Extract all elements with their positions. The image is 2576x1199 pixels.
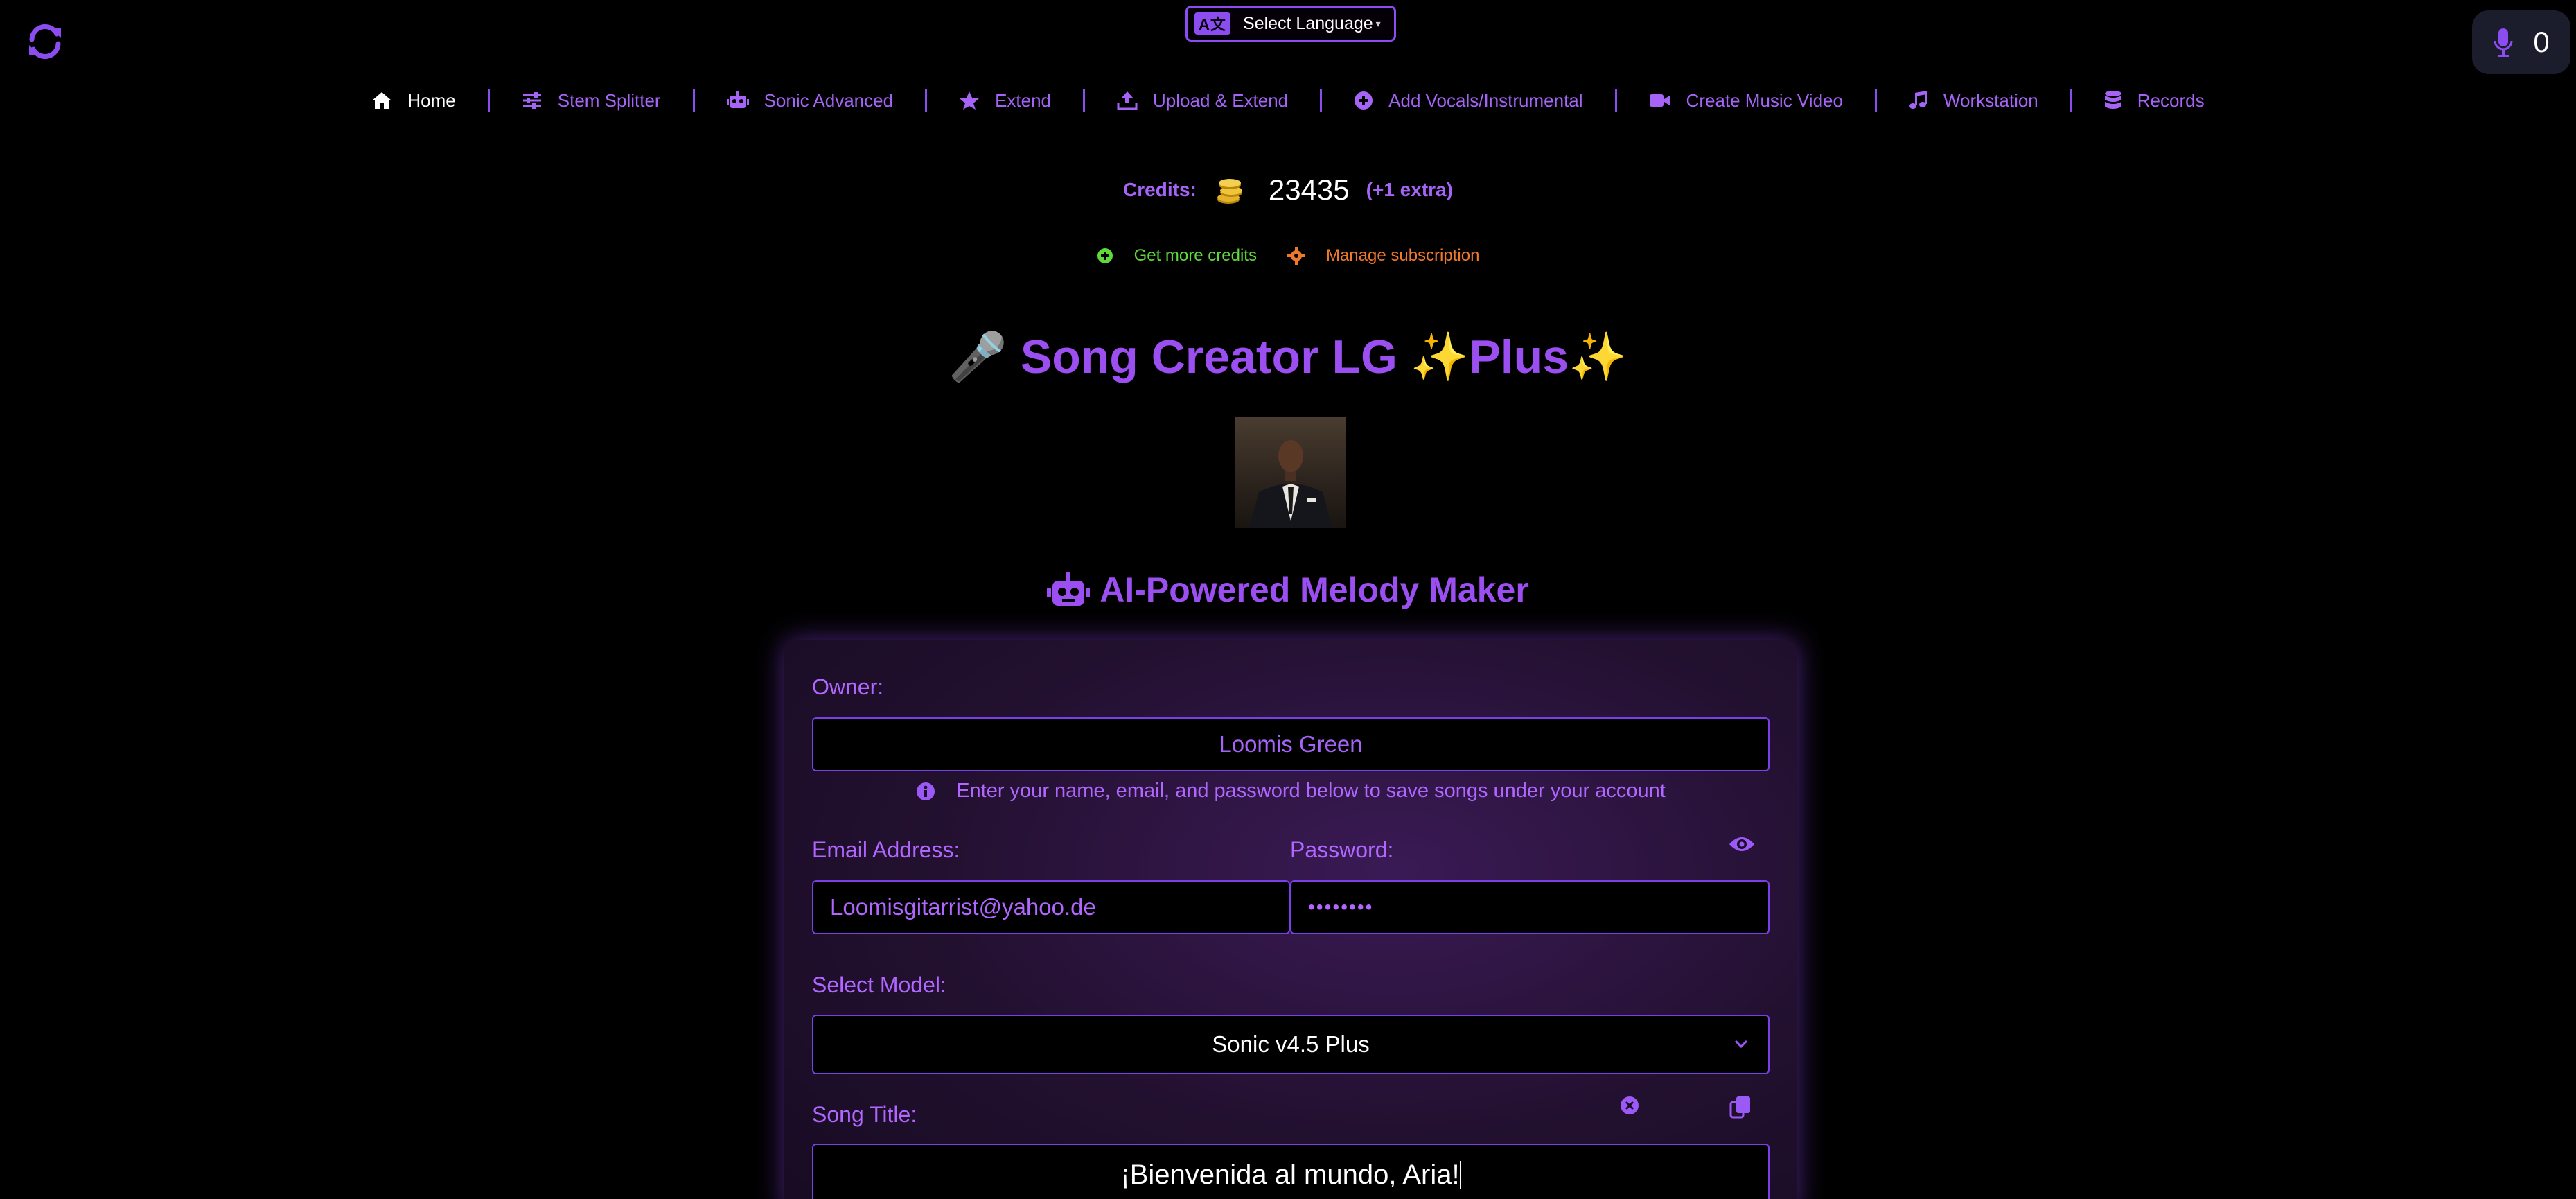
song-title-field[interactable]: ¡Bienvenida al mundo, Aria! [812,1144,1770,1199]
coins-icon [1217,179,1242,204]
credits-label: Credits: [1123,179,1197,200]
email-field[interactable]: Loomisgitarrist@yahoo.de [812,880,1290,934]
gear-icon [1287,247,1305,265]
email-value: Loomisgitarrist@yahoo.de [830,894,1096,920]
nav-stem-splitter[interactable]: Stem Splitter [522,90,661,112]
mic-count: 0 [2533,26,2550,58]
manage-subscription-link[interactable]: Manage subscription [1287,246,1479,265]
robot-icon [1047,572,1091,606]
nav-stem-splitter-label: Stem Splitter [557,89,661,111]
nav-extend-label: Extend [995,89,1052,111]
credit-links: Get more credits Manage subscription [0,246,2576,265]
chevron-down-icon [1734,1040,1748,1049]
star-icon [960,91,980,110]
nav-home-label: Home [407,89,456,111]
nav-records-label: Records [2137,89,2205,111]
clear-icon[interactable] [1619,1095,1640,1119]
get-more-credits-link[interactable]: Get more credits [1097,246,1257,265]
translate-icon: A文 [1194,12,1230,35]
credits-extra: (+1 extra) [1366,179,1453,200]
robot-icon [726,91,749,108]
nav-divider [1083,89,1086,112]
song-title-value: ¡Bienvenida al mundo, Aria! [1120,1159,1460,1190]
nav-extend[interactable]: Extend [959,90,1051,112]
nav-workstation-label: Workstation [1943,89,2038,111]
nav-add-vocals[interactable]: Add Vocals/Instrumental [1354,89,1583,112]
section-heading-text: AI-Powered Melody Maker [1100,570,1529,609]
music-note-icon [1909,91,1927,109]
account-hint: Enter your name, email, and password bel… [812,780,1770,803]
home-icon [372,92,392,109]
refresh-icon[interactable] [26,21,64,62]
nav-create-music-video[interactable]: Create Music Video [1649,90,1843,112]
email-label: Email Address: [812,837,960,862]
nav-sonic-advanced[interactable]: Sonic Advanced [726,89,894,112]
owner-value: Loomis Green [1219,731,1363,757]
password-value: •••••••• [1308,896,1374,918]
nav-divider [692,89,695,112]
nav-divider [487,89,490,112]
nav-divider [2070,89,2072,112]
nav-divider [1320,89,1323,112]
manage-subscription-label: Manage subscription [1325,246,1480,265]
account-hint-text: Enter your name, email, and password bel… [956,780,1666,802]
nav-divider [1874,89,1877,112]
page: A文 Select Language ▾ 0 Home Stem Splitte… [0,0,2576,1199]
password-label: Password: [1290,837,1394,862]
page-title: 🎤 Song Creator LG ✨Plus✨ [0,329,2576,385]
nav-sonic-advanced-label: Sonic Advanced [764,89,894,111]
avatar [1235,417,1346,528]
nav-home[interactable]: Home [371,89,456,112]
nav-workstation[interactable]: Workstation [1909,90,2038,112]
nav-divider [1614,89,1617,112]
eye-icon[interactable] [1728,834,1756,857]
video-icon [1649,94,1670,107]
song-title-label: Song Title: [812,1102,917,1127]
owner-field[interactable]: Loomis Green [812,717,1770,771]
main-nav: Home Stem Splitter Sonic Advanced Extend… [0,83,2576,118]
nav-divider [925,89,928,112]
microphone-icon [2494,28,2513,57]
info-icon [917,782,935,800]
microphone-counter[interactable]: 0 [2472,10,2570,74]
upload-icon [1117,91,1138,110]
credits-value: 23435 [1268,173,1350,206]
nav-upload-extend[interactable]: Upload & Extend [1117,90,1288,112]
model-label: Select Model: [812,972,946,997]
nav-add-vocals-label: Add Vocals/Instrumental [1388,89,1583,111]
password-field[interactable]: •••••••• [1290,880,1770,934]
chevron-down-icon: ▾ [1375,17,1381,29]
database-icon [2104,91,2121,109]
sliders-icon [522,92,541,109]
section-heading: AI-Powered Melody Maker [0,570,2576,610]
plus-circle-icon [1355,91,1373,110]
credits-bar: Credits: 23435 (+1 extra) [0,173,2576,207]
model-select[interactable]: Sonic v4.5 Plus [812,1015,1770,1074]
nav-records[interactable]: Records [2104,90,2205,112]
language-selector[interactable]: A文 Select Language ▾ [1185,6,1396,42]
copy-icon[interactable] [1729,1095,1752,1122]
model-value: Sonic v4.5 Plus [1212,1031,1370,1057]
get-more-credits-label: Get more credits [1133,246,1257,265]
plus-circle-icon [1097,248,1113,263]
text-cursor [1459,1161,1461,1189]
owner-label: Owner: [812,674,884,699]
page-title-text: Song Creator LG ✨Plus✨ [1020,331,1627,383]
microphone-emoji-icon: 🎤 [949,331,1007,383]
nav-create-music-video-label: Create Music Video [1686,89,1843,111]
language-label: Select Language [1243,13,1373,33]
nav-upload-extend-label: Upload & Extend [1153,89,1289,111]
